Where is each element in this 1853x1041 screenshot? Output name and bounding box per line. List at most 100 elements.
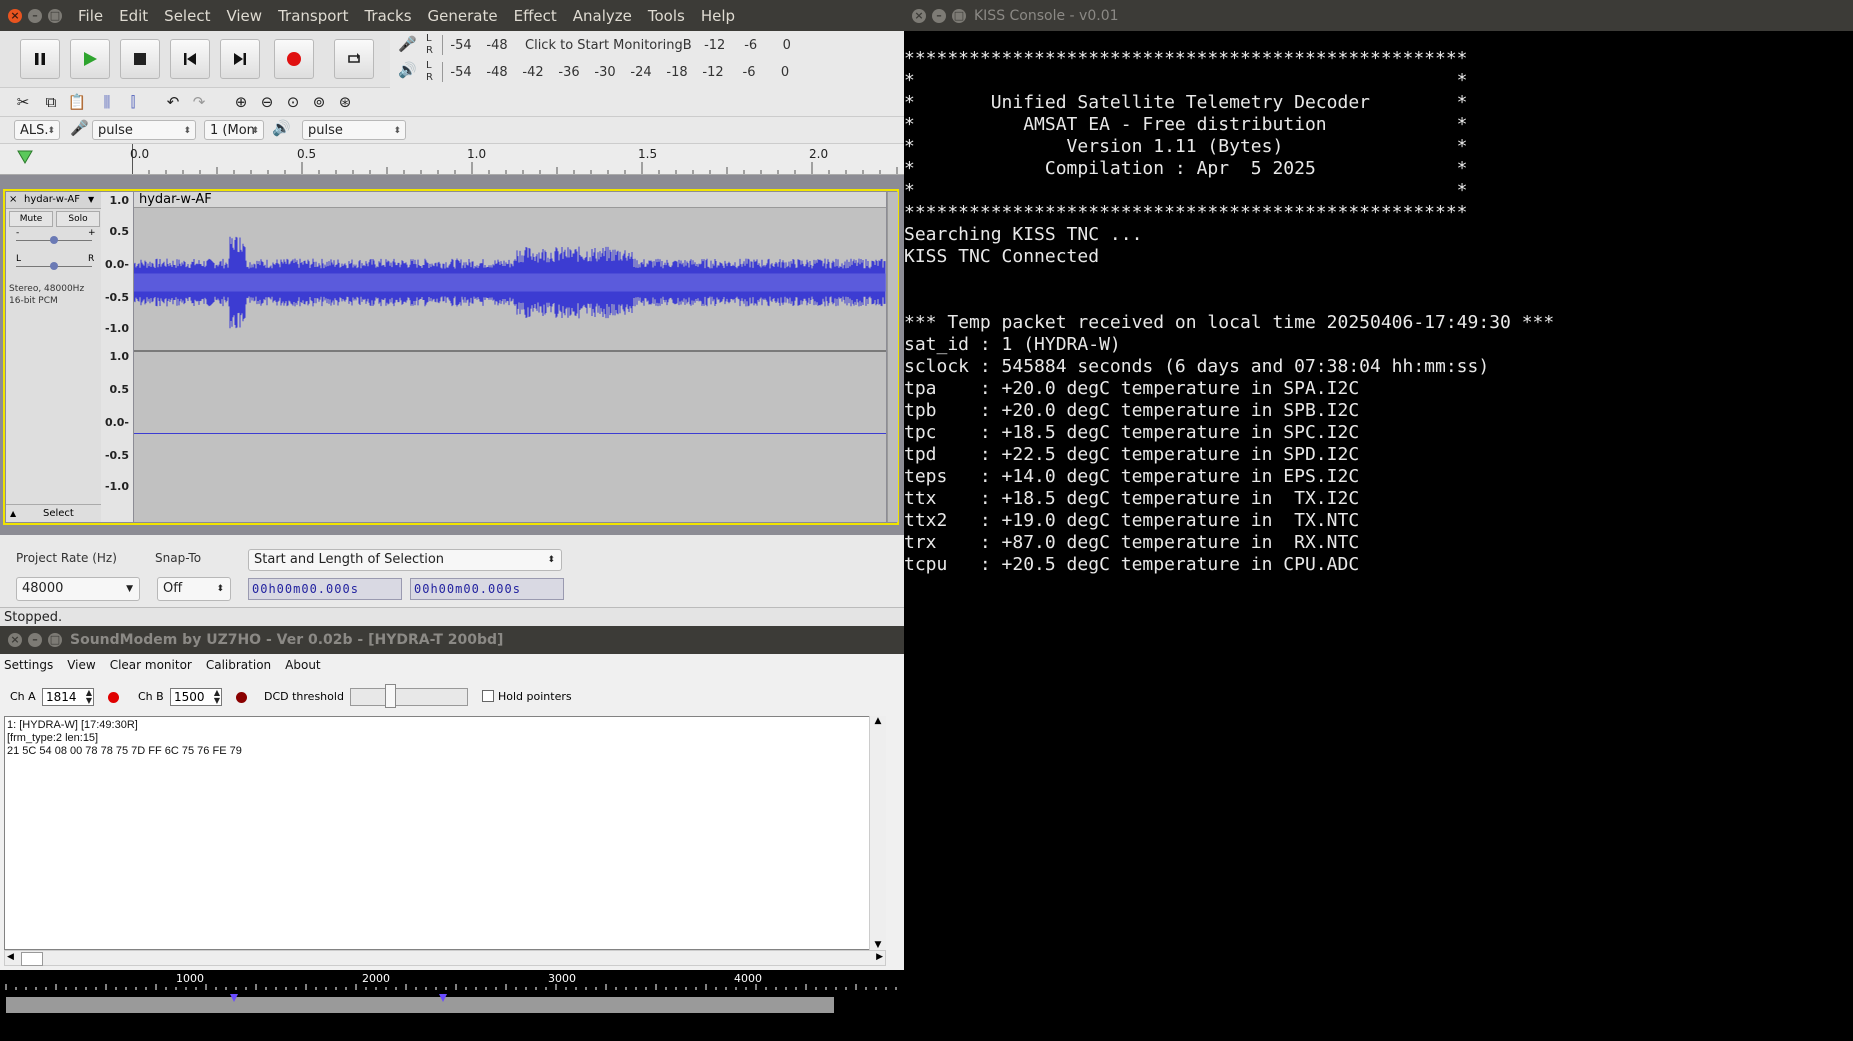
timeline-options-icon[interactable] bbox=[16, 148, 34, 166]
gain-minus-label: - bbox=[16, 228, 20, 238]
meter-tick: -54 bbox=[450, 64, 472, 80]
menu-file[interactable]: File bbox=[70, 7, 111, 25]
track-control-panel: × hydar-w-AF ▼ Mute Solo - + L R Stereo,… bbox=[6, 192, 101, 522]
menu-effect[interactable]: Effect bbox=[506, 7, 565, 25]
pan-slider-thumb[interactable] bbox=[50, 262, 58, 270]
trim-icon[interactable]: ⫼ bbox=[96, 91, 118, 113]
menu-help[interactable]: Help bbox=[693, 7, 743, 25]
minimize-icon[interactable]: – bbox=[932, 8, 946, 23]
undo-icon[interactable]: ↶ bbox=[162, 91, 184, 113]
collapse-icon[interactable]: ▲ bbox=[10, 505, 16, 523]
monitor-text[interactable]: 1: [HYDRA-W] [17:49:30R] [frm_type:2 len… bbox=[4, 716, 886, 950]
channel-a-freq-spinner[interactable]: 1814 ▲ ▼ bbox=[42, 688, 94, 706]
maximize-icon[interactable]: □ bbox=[48, 633, 62, 647]
close-icon[interactable]: × bbox=[8, 633, 22, 647]
start-monitoring-label[interactable]: Click to Start Monitoring bbox=[525, 38, 683, 53]
menu-about[interactable]: About bbox=[285, 658, 320, 672]
menu-transport[interactable]: Transport bbox=[270, 7, 356, 25]
minimize-icon[interactable]: – bbox=[28, 8, 42, 23]
speaker-icon[interactable]: 🔊 bbox=[398, 61, 417, 79]
menu-clear-monitor[interactable]: Clear monitor bbox=[110, 658, 192, 672]
ruler-label: 0.0 bbox=[130, 147, 150, 161]
waveform-area[interactable]: hydar-w-AF bbox=[134, 192, 886, 522]
scroll-up-icon[interactable]: ▲ bbox=[870, 716, 886, 726]
channel-b-freq-spinner[interactable]: 1500 ▲ ▼ bbox=[170, 688, 222, 706]
scroll-thumb[interactable] bbox=[21, 952, 43, 966]
close-icon[interactable]: × bbox=[912, 8, 926, 23]
silence-icon[interactable]: ⫿ bbox=[122, 91, 144, 113]
ruler-label: 2.0 bbox=[809, 147, 829, 161]
fit-project-icon[interactable]: ⊚ bbox=[308, 91, 330, 113]
redo-icon[interactable]: ↷ bbox=[188, 91, 210, 113]
monitor-horizontal-scrollbar[interactable]: ◀ ▶ bbox=[4, 950, 886, 966]
close-icon[interactable]: × bbox=[9, 192, 17, 208]
status-bar: Stopped. bbox=[0, 607, 904, 626]
playback-meter[interactable]: -54 -48 -42 -36 -30 -24 -18 -12 -6 0 bbox=[442, 62, 893, 82]
waterfall-display[interactable]: 1000 2000 3000 4000 bbox=[0, 970, 904, 1041]
zoom-toggle-icon[interactable]: ⊛ bbox=[334, 91, 356, 113]
clip-name[interactable]: hydar-w-AF bbox=[134, 192, 886, 208]
zoom-out-icon[interactable]: ⊖ bbox=[256, 91, 278, 113]
close-icon[interactable]: × bbox=[8, 8, 22, 23]
dcd-slider-thumb[interactable] bbox=[385, 684, 396, 708]
menu-select[interactable]: Select bbox=[156, 7, 218, 25]
ruler-label: 1.0 bbox=[467, 147, 487, 161]
record-button[interactable] bbox=[274, 39, 314, 79]
record-meter[interactable]: -54 -48 Click to Start Monitoring B -12 … bbox=[442, 35, 893, 55]
menu-analyze[interactable]: Analyze bbox=[565, 7, 640, 25]
stop-button[interactable] bbox=[120, 39, 160, 79]
monitor-vertical-scrollbar[interactable]: ▲ ▼ bbox=[869, 716, 886, 950]
scroll-right-icon[interactable]: ▶ bbox=[876, 952, 883, 962]
selection-start-time[interactable]: 00h00m00.000s bbox=[248, 578, 402, 600]
menu-tools[interactable]: Tools bbox=[640, 7, 693, 25]
selection-length-time[interactable]: 00h00m00.000s bbox=[410, 578, 564, 600]
menu-view[interactable]: View bbox=[218, 7, 270, 25]
scroll-left-icon[interactable]: ◀ bbox=[7, 952, 14, 962]
hold-pointers-checkbox[interactable] bbox=[482, 690, 494, 702]
meter-tick: -48 bbox=[486, 64, 508, 80]
copy-icon[interactable]: ⧉ bbox=[40, 91, 62, 113]
zoom-in-icon[interactable]: ⊕ bbox=[230, 91, 252, 113]
pan-r-label: R bbox=[88, 254, 95, 264]
scroll-down-icon[interactable]: ▼ bbox=[870, 940, 886, 950]
project-rate-value: 48000 bbox=[22, 581, 64, 596]
cut-icon[interactable]: ✂ bbox=[12, 91, 34, 113]
selection-format-select[interactable]: Start and Length of Selection ⬍ bbox=[248, 549, 562, 571]
maximize-icon[interactable]: □ bbox=[952, 8, 966, 23]
solo-button[interactable]: Solo bbox=[56, 211, 100, 227]
audio-host-select[interactable]: ALS. ⬍ bbox=[14, 120, 60, 140]
mute-button[interactable]: Mute bbox=[9, 211, 53, 227]
kiss-console-window: × – □ KISS Console - v0.01 *************… bbox=[904, 0, 1853, 1041]
menu-view[interactable]: View bbox=[67, 658, 95, 672]
monitor-line: 21 5C 54 08 00 78 78 75 7D FF 6C 75 76 F… bbox=[7, 745, 242, 757]
menu-calibration[interactable]: Calibration bbox=[206, 658, 271, 672]
track-name-menu[interactable]: hydar-w-AF bbox=[24, 192, 80, 208]
recording-device-select[interactable]: pulse ⬍ bbox=[92, 120, 196, 140]
menu-edit[interactable]: Edit bbox=[111, 7, 156, 25]
skip-start-button[interactable] bbox=[170, 39, 210, 79]
updown-icon: ⬍ bbox=[251, 126, 259, 136]
snap-to-select[interactable]: Off ⬍ bbox=[157, 577, 231, 601]
gain-slider-thumb[interactable] bbox=[50, 236, 58, 244]
channels-select[interactable]: 1 (Mon ⬍ bbox=[204, 120, 264, 140]
pause-button[interactable] bbox=[20, 39, 60, 79]
project-rate-combo[interactable]: 48000 ▼ bbox=[16, 577, 140, 601]
maximize-icon[interactable]: □ bbox=[48, 8, 62, 23]
skip-end-button[interactable] bbox=[220, 39, 260, 79]
fit-selection-icon[interactable]: ⊙ bbox=[282, 91, 304, 113]
paste-icon[interactable]: 📋 bbox=[66, 91, 88, 113]
dcd-threshold-slider[interactable] bbox=[350, 688, 468, 706]
axis-label: 0.5 bbox=[109, 383, 130, 396]
loop-button[interactable] bbox=[334, 39, 374, 79]
playback-device-select[interactable]: pulse ⬍ bbox=[302, 120, 406, 140]
dropdown-arrow-icon[interactable]: ▼ bbox=[88, 192, 94, 208]
minimize-icon[interactable]: – bbox=[28, 633, 42, 647]
select-button[interactable]: Select bbox=[43, 505, 74, 523]
timeline-ruler[interactable]: 0.0 0.5 1.0 1.5 2.0 bbox=[0, 144, 904, 175]
menu-tracks[interactable]: Tracks bbox=[356, 7, 419, 25]
play-button[interactable] bbox=[70, 39, 110, 79]
menu-settings[interactable]: Settings bbox=[4, 658, 53, 672]
menu-generate[interactable]: Generate bbox=[420, 7, 506, 25]
selection-toolbar: Project Rate (Hz) 48000 ▼ Snap-To Off ⬍ St… bbox=[0, 545, 904, 607]
microphone-icon[interactable]: 🎤 bbox=[398, 35, 417, 53]
